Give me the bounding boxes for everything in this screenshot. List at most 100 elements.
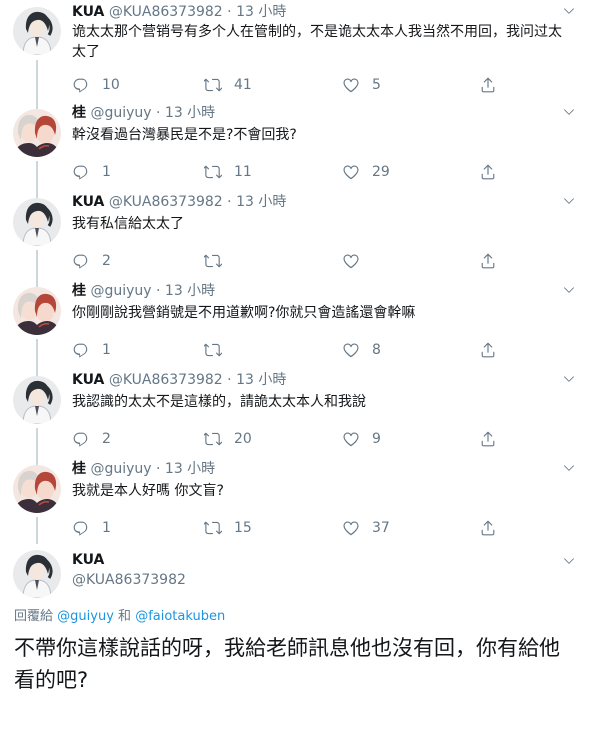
share-button[interactable] [479,517,497,539]
retweet-button[interactable]: 20 [204,428,252,450]
reply-icon [72,430,90,448]
like-button[interactable]: 29 [342,161,390,183]
share-button[interactable] [479,74,497,96]
chevron-down-icon[interactable] [562,194,576,208]
user-handle[interactable]: @guiyuy [90,105,151,121]
like-button[interactable]: 37 [342,517,390,539]
chevron-down-icon[interactable] [562,554,576,568]
user-handle[interactable]: @KUA86373982 [72,570,186,590]
display-name[interactable]: 桂 [72,461,86,477]
reply-count: 1 [102,164,111,180]
tweet-actions: 1 8 [72,339,512,361]
retweet-button[interactable] [204,250,234,272]
tweet-actions: 10 41 5 [72,74,512,96]
tweet-actions: 1 15 37 [72,517,512,539]
tweet[interactable]: 桂 @guiyuy · 13 小時 你剛剛說我營銷號是不用道歉啊?你就只會造謠還… [0,277,592,376]
reply-button[interactable]: 10 [72,74,120,96]
reply-button[interactable]: 1 [72,517,111,539]
tweet-text: 你剛剛說我營銷號是不用道歉啊?你就只會造謠還會幹嘛 [72,305,416,321]
heart-icon [342,519,360,537]
share-button[interactable] [479,250,497,272]
chevron-down-icon[interactable] [562,4,576,18]
avatar[interactable] [13,287,61,335]
tweet[interactable]: 桂 @guiyuy · 13 小時 我就是本人好嗎 你文盲? 1 15 37 [0,455,592,544]
heart-icon [342,430,360,448]
replying-prefix: 回覆給 [14,609,54,624]
tweet-text: 我認識的太太不是這樣的，請詭太太本人和我說 [72,394,366,410]
retweet-button[interactable]: 11 [204,161,252,183]
heart-icon [342,163,360,181]
retweet-button[interactable] [204,339,234,361]
share-icon [479,252,497,270]
separator-dot: · [227,4,232,20]
mention-link[interactable]: @faiotakuben [135,609,225,624]
retweet-icon [204,252,222,270]
timestamp[interactable]: 13 小時 [236,194,286,210]
reply-icon [72,341,90,359]
timestamp[interactable]: 13 小時 [165,105,215,121]
thread-line [36,99,38,109]
avatar[interactable] [13,7,61,55]
chevron-down-icon[interactable] [562,372,576,386]
chevron-down-icon[interactable] [562,461,576,475]
replying-and: 和 [118,609,132,624]
display-name[interactable]: KUA [72,194,104,210]
retweet-count: 15 [234,520,252,536]
user-handle[interactable]: @guiyuy [90,283,151,299]
like-button[interactable] [342,250,372,272]
display-name[interactable]: 桂 [72,283,86,299]
tweet-actions: 1 11 29 [72,161,512,183]
avatar[interactable] [13,550,61,598]
retweet-count: 41 [234,77,252,93]
display-name[interactable]: KUA [72,372,104,388]
share-button[interactable] [479,339,497,361]
retweet-icon [204,163,222,181]
tweet-header: 桂 @guiyuy · 13 小時 [72,459,552,479]
thread-line [36,455,38,465]
chevron-down-icon[interactable] [562,283,576,297]
display-name[interactable]: 桂 [72,105,86,121]
retweet-icon [204,519,222,537]
retweet-icon [204,430,222,448]
reply-button[interactable]: 2 [72,428,111,450]
timestamp[interactable]: 13 小時 [236,4,286,20]
tweet-header: 桂 @guiyuy · 13 小時 [72,281,552,301]
chevron-down-icon[interactable] [562,105,576,119]
user-handle[interactable]: @guiyuy [90,461,151,477]
tweet[interactable]: 桂 @guiyuy · 13 小時 幹沒看過台灣暴民是不是?不會回我? 1 11… [0,99,592,198]
reply-count: 2 [102,253,111,269]
tweet-actions: 2 [72,250,512,272]
timestamp[interactable]: 13 小時 [165,283,215,299]
avatar[interactable] [13,198,61,246]
avatar[interactable] [13,465,61,513]
mention-link[interactable]: @guiyuy [57,609,114,624]
display-name[interactable]: KUA [72,550,104,570]
like-button[interactable]: 5 [342,74,381,96]
reply-button[interactable]: 1 [72,339,111,361]
user-handle[interactable]: @KUA86373982 [109,4,223,20]
avatar[interactable] [13,376,61,424]
display-name[interactable]: KUA [72,4,104,20]
user-handle[interactable]: @KUA86373982 [109,372,223,388]
conversation-thread: KUA @KUA86373982 · 13 小時 诡太太那个营销号有多个人在管制… [0,0,592,734]
retweet-button[interactable]: 15 [204,517,252,539]
like-button[interactable]: 9 [342,428,381,450]
tweet[interactable]: KUA @KUA86373982 · 13 小時 我有私信給太太了 2 [0,188,592,287]
reply-button[interactable]: 2 [72,250,111,272]
timestamp[interactable]: 13 小時 [165,461,215,477]
like-count: 29 [372,164,390,180]
share-button[interactable] [479,428,497,450]
timestamp[interactable]: 13 小時 [236,372,286,388]
tweet-text: 不帶你這樣說話的呀，我給老師訊息他也沒有回，你有給他看的吧? [14,636,560,692]
like-button[interactable]: 8 [342,339,381,361]
tweet-text: 我有私信給太太了 [72,216,184,232]
avatar[interactable] [13,109,61,157]
share-icon [479,341,497,359]
share-button[interactable] [479,161,497,183]
user-handle[interactable]: @KUA86373982 [109,194,223,210]
like-count: 37 [372,520,390,536]
tweet[interactable]: KUA @KUA86373982 · 13 小時 我認識的太太不是這樣的，請詭太… [0,366,592,465]
retweet-button[interactable]: 41 [204,74,252,96]
reply-button[interactable]: 1 [72,161,111,183]
tweet[interactable]: KUA @KUA86373982 · 13 小時 诡太太那个营销号有多个人在管制… [0,0,592,107]
